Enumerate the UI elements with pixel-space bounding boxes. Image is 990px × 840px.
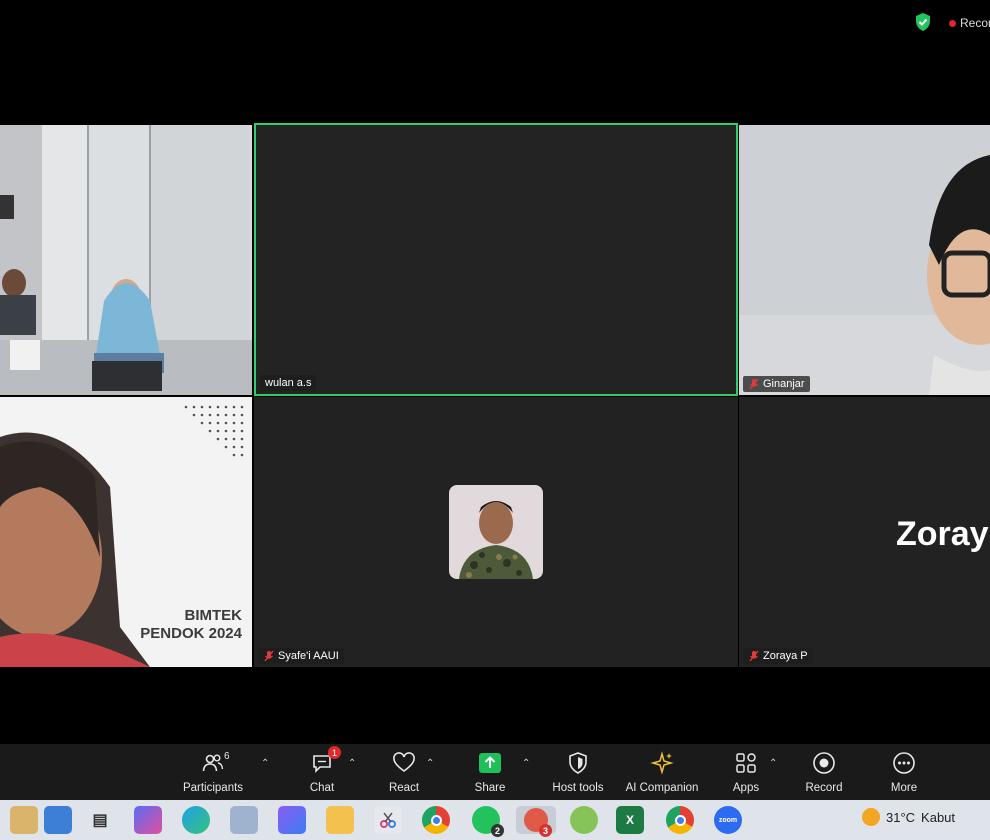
chat-label: Chat	[309, 782, 335, 794]
share-options-chevron-icon[interactable]: ⌃	[522, 758, 530, 769]
banner-line1: BIMTEK	[184, 607, 243, 624]
participants-button[interactable]: 6 Participants	[180, 750, 246, 798]
chat-unread-badge: 1	[328, 746, 341, 759]
participant-name: Zoraya P	[763, 650, 808, 662]
video-tile-zoraya[interactable]: Zoray Zoraya P	[739, 397, 990, 667]
active-app-icon[interactable]: 3	[516, 806, 556, 837]
video-gallery: wulan a.s Ginanjar BIMTEK PENDOK 2024 Sy…	[0, 44, 990, 744]
host-tools-button[interactable]: Host tools	[550, 750, 606, 798]
weather-sun-icon	[862, 808, 880, 826]
edge-browser-icon[interactable]	[182, 806, 210, 834]
task-view-icon[interactable]: ▤	[86, 806, 114, 834]
meeting-controls-toolbar: 6 Participants ⌃ 1 Chat ⌃ React ⌃ Share …	[0, 744, 990, 800]
muted-mic-icon	[264, 650, 274, 662]
ai-companion-label: AI Companion	[625, 782, 699, 794]
file-explorer-icon[interactable]	[326, 806, 354, 834]
ai-companion-button[interactable]: AI Companion	[622, 750, 702, 798]
chat-options-chevron-icon[interactable]: ⌃	[348, 758, 356, 769]
chrome-browser-icon[interactable]	[422, 806, 450, 834]
app-launcher-icon[interactable]	[278, 806, 306, 834]
banner-line2: PENDOK 2024	[140, 625, 242, 642]
participants-count: 6	[224, 751, 230, 762]
encryption-shield-icon[interactable]	[914, 12, 932, 32]
weather-description: Kabut	[921, 809, 956, 825]
conference-room-video	[0, 125, 252, 395]
windows-taskbar: ▤ 2 3 X zoom 31°C Kabut	[0, 800, 990, 840]
participant-name-tag: Zoraya P	[743, 648, 813, 664]
event-banner: BIMTEK PENDOK 2024	[140, 607, 242, 643]
participants-icon	[202, 754, 224, 772]
green-app-icon[interactable]	[570, 806, 598, 834]
whatsapp-badge: 2	[491, 824, 504, 837]
react-label: React	[388, 782, 420, 794]
zoom-meeting-window: Recor wulan a.s Ginanjar BIMTEK PENDOK 2…	[0, 0, 990, 840]
recording-label: Recor	[960, 16, 990, 30]
paint-icon[interactable]	[230, 806, 258, 834]
participant-name-tag: wulan a.s	[260, 375, 317, 391]
video-tile-syafei[interactable]: Syafe'i AAUI	[254, 397, 738, 667]
record-icon	[813, 752, 835, 774]
record-button[interactable]: Record	[803, 750, 845, 798]
participants-label: Participants	[182, 782, 244, 794]
video-tile-conference-room[interactable]	[0, 125, 252, 395]
snipping-tool-icon[interactable]	[374, 806, 402, 834]
host-tools-shield-icon	[569, 752, 587, 774]
apps-options-chevron-icon[interactable]: ⌃	[769, 758, 777, 769]
whatsapp-icon[interactable]: 2	[472, 806, 504, 837]
share-screen-icon	[479, 753, 501, 773]
share-label: Share	[474, 782, 506, 794]
more-label: More	[890, 782, 918, 794]
record-label: Record	[805, 782, 843, 794]
ginanjar-video	[739, 125, 990, 395]
more-button[interactable]: More	[884, 750, 924, 798]
chat-button[interactable]: 1 Chat	[302, 746, 342, 798]
apps-button[interactable]: Apps	[726, 750, 766, 798]
heart-icon	[393, 752, 415, 772]
participant-name-tag: Syafe'i AAUI	[258, 648, 344, 664]
participant-name-display: Zoray	[896, 515, 989, 553]
widgets-icon[interactable]	[10, 806, 38, 834]
apps-grid-icon	[736, 753, 756, 773]
participant-avatar	[449, 485, 543, 579]
app-badge: 3	[539, 824, 552, 837]
recording-dot-icon	[949, 19, 956, 27]
copilot-icon[interactable]	[134, 806, 162, 834]
react-button[interactable]: React	[384, 750, 424, 798]
weather-widget[interactable]: 31°C Kabut	[862, 808, 955, 826]
sparkle-icon	[650, 751, 674, 775]
chrome-profile-icon[interactable]	[666, 806, 694, 834]
excel-icon[interactable]: X	[616, 806, 644, 834]
muted-mic-icon	[749, 650, 759, 662]
recording-indicator[interactable]: Recor	[949, 15, 990, 31]
participant-name: wulan a.s	[265, 377, 312, 389]
video-tile-wulan[interactable]: wulan a.s	[254, 123, 738, 396]
more-options-icon	[893, 752, 915, 774]
react-options-chevron-icon[interactable]: ⌃	[426, 758, 434, 769]
muted-mic-icon	[749, 378, 759, 390]
participant-name: Syafe'i AAUI	[278, 650, 339, 662]
video-tile-ginanjar[interactable]: Ginanjar	[739, 125, 990, 395]
zoom-app-icon[interactable]: zoom	[714, 806, 742, 834]
meeting-top-bar: Recor	[0, 0, 990, 44]
apps-label: Apps	[732, 782, 760, 794]
share-button[interactable]: Share	[470, 750, 510, 798]
participant-name-tag: Ginanjar	[743, 376, 810, 392]
participant-name: Ginanjar	[763, 378, 805, 390]
weather-temperature: 31°C	[886, 809, 916, 825]
host-tools-label: Host tools	[552, 782, 604, 794]
participants-options-chevron-icon[interactable]: ⌃	[261, 758, 269, 769]
video-tile-presenter[interactable]: BIMTEK PENDOK 2024	[0, 397, 252, 667]
app-bottle-icon[interactable]	[44, 806, 72, 834]
